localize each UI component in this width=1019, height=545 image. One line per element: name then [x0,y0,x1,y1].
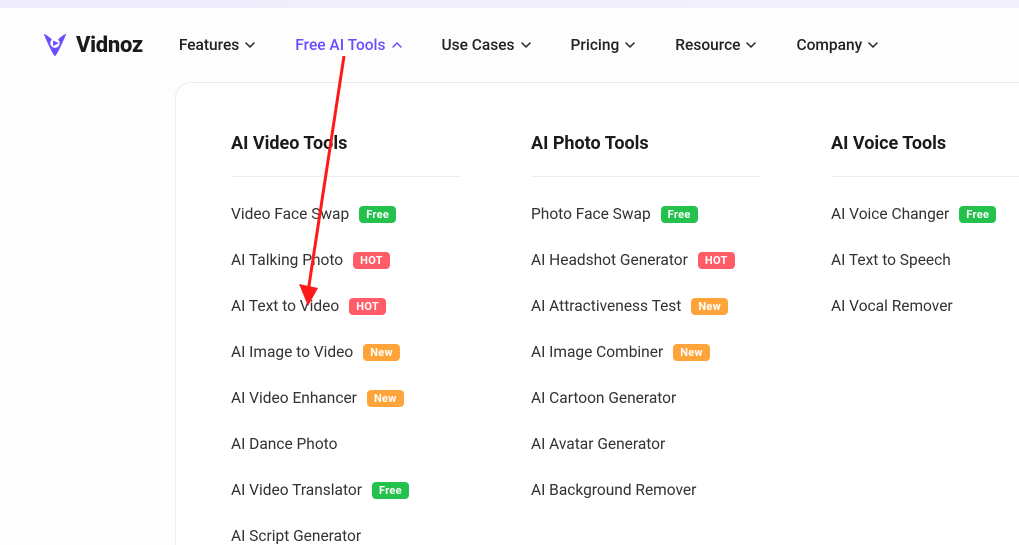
tool-ai-text-to-video[interactable]: AI Text to Video HOT [231,297,461,315]
tool-label: AI Script Generator [231,527,361,545]
tool-label: AI Image Combiner [531,343,663,361]
badge-new: New [363,344,400,361]
logo-icon [40,30,70,60]
badge-free: Free [359,206,396,223]
tool-label: AI Video Translator [231,481,362,499]
tool-ai-video-translator[interactable]: AI Video Translator Free [231,481,461,499]
tool-photo-face-swap[interactable]: Photo Face Swap Free [531,205,761,223]
brand-logo[interactable]: Vidnoz [40,30,143,60]
tool-ai-image-combiner[interactable]: AI Image Combiner New [531,343,761,361]
tool-label: AI Talking Photo [231,251,343,269]
badge-hot: HOT [698,252,735,269]
tool-label: Video Face Swap [231,205,349,223]
tool-ai-talking-photo[interactable]: AI Talking Photo HOT [231,251,461,269]
badge-free: Free [372,482,409,499]
tool-video-face-swap[interactable]: Video Face Swap Free [231,205,461,223]
column-title: AI Photo Tools [531,133,761,177]
tool-ai-script-generator[interactable]: AI Script Generator [231,527,461,545]
nav-features[interactable]: Features [179,36,255,54]
nav-resource[interactable]: Resource [675,36,756,54]
badge-new: New [367,390,404,407]
chevron-down-icon [746,40,756,50]
tool-label: AI Avatar Generator [531,435,665,453]
nav-pricing[interactable]: Pricing [571,36,636,54]
tool-label: AI Background Remover [531,481,696,499]
column-title: AI Video Tools [231,133,461,177]
nav-company[interactable]: Company [796,36,878,54]
nav-label: Features [179,36,239,54]
tool-ai-headshot-generator[interactable]: AI Headshot Generator HOT [531,251,761,269]
tool-label: AI Dance Photo [231,435,337,453]
badge-free: Free [959,206,996,223]
brand-name: Vidnoz [76,33,143,58]
tool-label: Photo Face Swap [531,205,651,223]
tool-label: AI Video Enhancer [231,389,357,407]
tool-ai-image-to-video[interactable]: AI Image to Video New [231,343,461,361]
tool-label: AI Cartoon Generator [531,389,676,407]
badge-new: New [691,298,728,315]
tool-list: Photo Face Swap Free AI Headshot Generat… [531,205,761,499]
top-accent-bar [0,0,1019,8]
tool-ai-dance-photo[interactable]: AI Dance Photo [231,435,461,453]
nav-label: Use Cases [442,36,515,54]
tool-label: AI Headshot Generator [531,251,688,269]
tool-ai-cartoon-generator[interactable]: AI Cartoon Generator [531,389,761,407]
tool-ai-vocal-remover[interactable]: AI Vocal Remover [831,297,1019,315]
tool-label: AI Text to Speech [831,251,951,269]
column-photo-tools: AI Photo Tools Photo Face Swap Free AI H… [531,133,761,545]
tool-ai-attractiveness-test[interactable]: AI Attractiveness Test New [531,297,761,315]
badge-hot: HOT [349,298,386,315]
tool-label: AI Text to Video [231,297,339,315]
column-voice-tools: AI Voice Tools AI Voice Changer Free AI … [831,133,1019,545]
nav-label: Pricing [571,36,620,54]
tool-ai-text-to-speech[interactable]: AI Text to Speech [831,251,1019,269]
main-nav: Features Free AI Tools Use Cases Pricing… [179,36,979,54]
tool-list: AI Voice Changer Free AI Text to Speech … [831,205,1019,315]
badge-new: New [673,344,710,361]
tool-label: AI Vocal Remover [831,297,953,315]
nav-use-cases[interactable]: Use Cases [442,36,531,54]
chevron-down-icon [245,40,255,50]
chevron-up-icon [392,40,402,50]
badge-free: Free [661,206,698,223]
tool-label: AI Attractiveness Test [531,297,681,315]
chevron-down-icon [521,40,531,50]
tool-label: AI Image to Video [231,343,353,361]
nav-free-ai-tools[interactable]: Free AI Tools [295,36,401,54]
tool-ai-voice-changer[interactable]: AI Voice Changer Free [831,205,1019,223]
column-title: AI Voice Tools [831,133,1019,177]
nav-label: Free AI Tools [295,36,385,54]
tool-list: Video Face Swap Free AI Talking Photo HO… [231,205,461,545]
chevron-down-icon [868,40,878,50]
tool-ai-video-enhancer[interactable]: AI Video Enhancer New [231,389,461,407]
mega-menu: AI Video Tools Video Face Swap Free AI T… [175,82,1019,545]
chevron-down-icon [625,40,635,50]
column-video-tools: AI Video Tools Video Face Swap Free AI T… [231,133,461,545]
tool-label: AI Voice Changer [831,205,949,223]
nav-label: Company [796,36,862,54]
tool-ai-avatar-generator[interactable]: AI Avatar Generator [531,435,761,453]
tool-ai-background-remover[interactable]: AI Background Remover [531,481,761,499]
badge-hot: HOT [353,252,390,269]
site-header: Vidnoz Features Free AI Tools Use Cases … [0,8,1019,90]
nav-label: Resource [675,36,740,54]
